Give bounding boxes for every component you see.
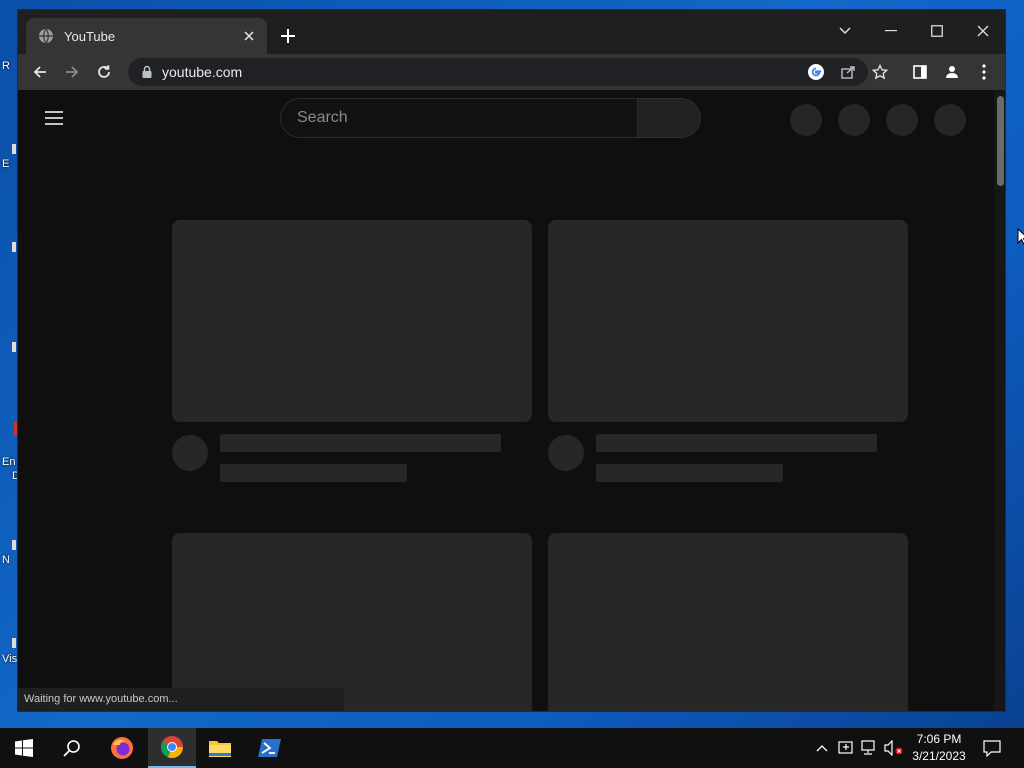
share-icon[interactable]: [838, 62, 858, 82]
profile-icon[interactable]: [940, 60, 964, 84]
header-icon-placeholder[interactable]: [886, 104, 918, 136]
globe-icon: [39, 28, 53, 44]
back-button[interactable]: [28, 60, 52, 84]
search-input[interactable]: Search: [280, 98, 638, 138]
powershell-taskbar-button[interactable]: [246, 728, 294, 768]
tab-search-button[interactable]: [830, 16, 860, 46]
maximize-button[interactable]: [922, 16, 952, 46]
scrollbar-thumb[interactable]: [997, 96, 1004, 186]
file-explorer-taskbar-button[interactable]: [196, 728, 244, 768]
channel-avatar-skeleton: [172, 435, 208, 471]
video-thumbnail-skeleton[interactable]: [548, 220, 908, 422]
clock-time: 7:06 PM: [916, 732, 962, 746]
browser-toolbar: youtube.com: [18, 54, 1005, 90]
folder-icon: [209, 741, 231, 757]
clock[interactable]: 7:06 PM 3/21/2023: [906, 731, 972, 765]
desktop-icon-label: R: [2, 60, 10, 72]
title-line-skeleton: [220, 434, 501, 452]
desktop-icon[interactable]: [0, 338, 18, 378]
url-text: youtube.com: [162, 64, 243, 80]
tab-title: YouTube: [64, 28, 116, 44]
desktop-icon[interactable]: [0, 238, 18, 278]
desktop-icon-label: N: [2, 554, 10, 566]
minimize-button[interactable]: [876, 16, 906, 46]
side-panel-icon[interactable]: [908, 60, 932, 84]
network-icon[interactable]: [860, 738, 880, 758]
desktop-icon-label: Vis: [2, 653, 18, 665]
windows-icon: [15, 739, 33, 757]
close-window-button[interactable]: [968, 16, 998, 46]
volume-muted-icon[interactable]: [884, 738, 904, 758]
status-bar: Waiting for www.youtube.com...: [18, 688, 344, 711]
reload-button[interactable]: [92, 60, 116, 84]
firefox-icon: [111, 737, 133, 759]
hamburger-menu-icon[interactable]: [44, 110, 64, 126]
lock-icon: [142, 65, 152, 78]
search-icon: [63, 740, 80, 757]
clock-date: 3/21/2023: [912, 749, 966, 763]
forward-button[interactable]: [60, 60, 84, 84]
avatar-placeholder[interactable]: [934, 104, 966, 136]
chevron-up-icon[interactable]: [812, 738, 832, 758]
search-placeholder: Search: [297, 109, 348, 126]
header-icon-placeholder[interactable]: [838, 104, 870, 136]
video-thumbnail-skeleton[interactable]: [172, 220, 532, 422]
bookmark-star-icon[interactable]: [870, 62, 890, 82]
start-button[interactable]: [0, 728, 48, 768]
video-thumbnail-skeleton[interactable]: [172, 533, 532, 711]
tab-strip: YouTube: [18, 10, 1005, 54]
search-button[interactable]: [637, 98, 701, 138]
security-tray-icon[interactable]: [836, 738, 856, 758]
powershell-icon: [258, 739, 281, 757]
new-tab-button[interactable]: [278, 26, 298, 46]
header-icon-placeholder[interactable]: [790, 104, 822, 136]
chrome-taskbar-button[interactable]: [148, 728, 196, 768]
tab-youtube[interactable]: YouTube: [26, 18, 267, 54]
title-line-skeleton: [596, 434, 877, 452]
search-taskbar-button[interactable]: [48, 728, 96, 768]
close-tab-icon[interactable]: [241, 28, 257, 44]
mouse-cursor-icon: [1017, 228, 1024, 246]
video-thumbnail-skeleton[interactable]: [548, 533, 908, 711]
chrome-icon: [160, 736, 184, 759]
desktop-icon[interactable]: [0, 418, 18, 458]
youtube-page: Search: [18, 90, 994, 711]
taskbar: 7:06 PM 3/21/2023: [0, 728, 1024, 768]
desktop-icon-label: En: [2, 456, 16, 468]
meta-line-skeleton: [596, 464, 783, 482]
channel-avatar-skeleton: [548, 435, 584, 471]
address-bar[interactable]: youtube.com: [128, 58, 888, 86]
notifications-icon[interactable]: [982, 738, 1002, 758]
menu-kebab-icon[interactable]: [972, 60, 996, 84]
desktop-icon-label: E: [2, 158, 10, 170]
browser-window: YouTube youtube.com Search Waiting for w…: [17, 9, 1006, 712]
firefox-taskbar-button[interactable]: [98, 728, 146, 768]
google-icon[interactable]: [806, 62, 826, 82]
meta-line-skeleton: [220, 464, 407, 482]
page-scrollbar[interactable]: [994, 90, 1005, 711]
